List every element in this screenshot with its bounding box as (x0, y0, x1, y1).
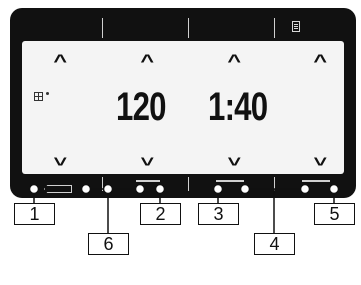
callout-label-5: 5 (314, 203, 355, 225)
callout-leader-lines (28, 183, 340, 233)
callout-label-2: 2 (140, 203, 181, 225)
callout-label-6: 6 (88, 233, 129, 255)
callout-label-3: 3 (198, 203, 239, 225)
callout-label-1: 1 (14, 203, 55, 225)
callout-label-4: 4 (254, 233, 295, 255)
